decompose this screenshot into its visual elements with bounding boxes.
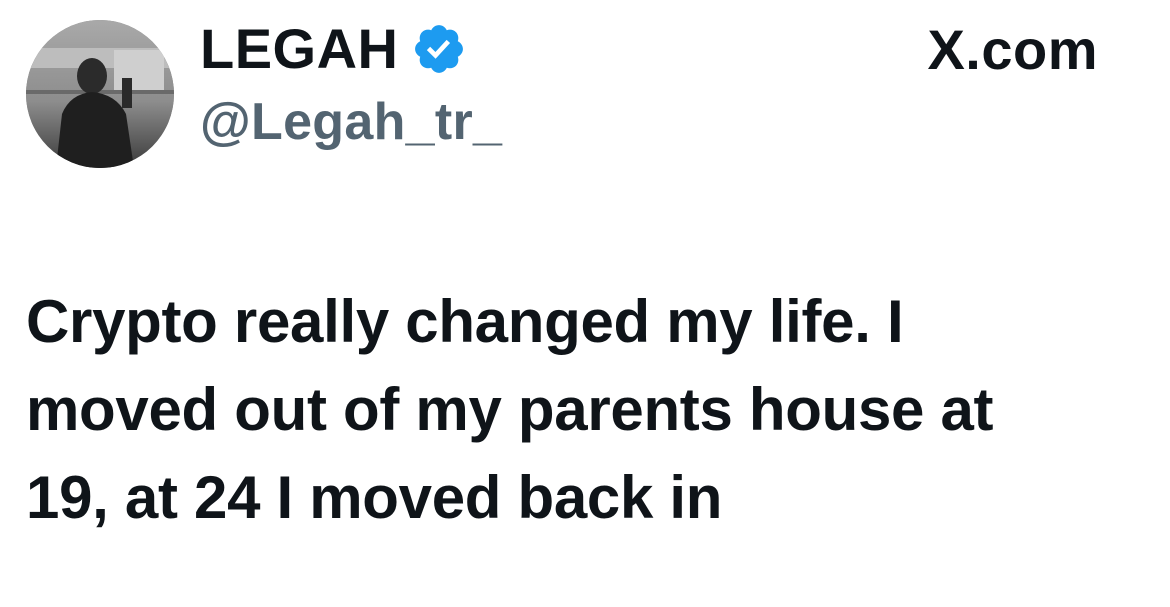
avatar-image xyxy=(26,20,174,168)
display-name[interactable]: LEGAH xyxy=(200,21,399,77)
tweet-text-line: Crypto really changed my life. I xyxy=(26,288,904,355)
verified-badge-icon xyxy=(411,21,467,77)
author-name-row: LEGAH xyxy=(200,14,467,84)
tweet-text: Crypto really changed my life. I moved o… xyxy=(26,278,1136,542)
author-handle[interactable]: @Legah_tr_ xyxy=(200,96,502,148)
brand-label: X.com xyxy=(927,18,1098,81)
tweet-text-line: 19, at 24 I moved back in xyxy=(26,464,723,531)
tweet-text-line: moved out of my parents house at xyxy=(26,376,994,443)
avatar[interactable] xyxy=(26,20,174,168)
